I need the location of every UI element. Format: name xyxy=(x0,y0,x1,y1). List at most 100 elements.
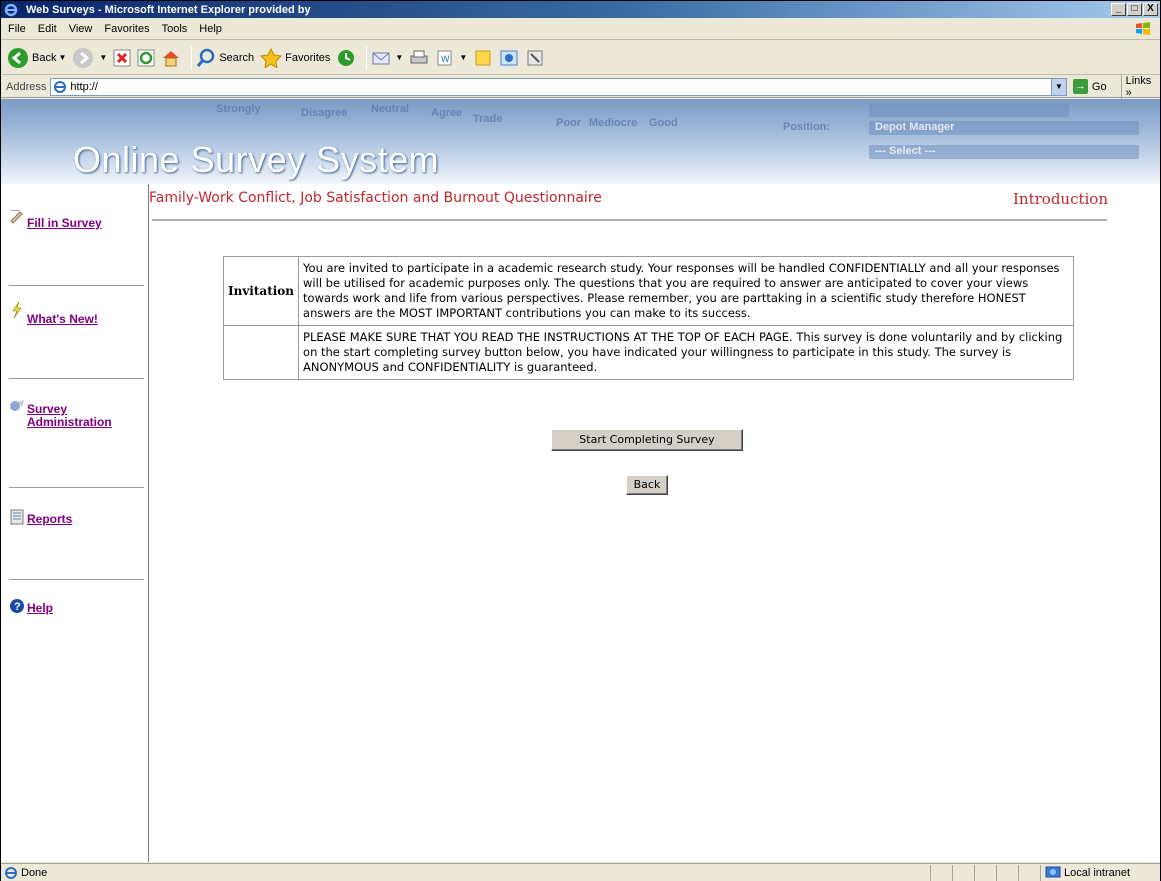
go-label: Go xyxy=(1091,80,1107,93)
address-input[interactable]: http:// xyxy=(50,77,1053,96)
address-label: Address xyxy=(6,80,47,93)
sidebar-link-reports[interactable]: Reports xyxy=(27,513,72,526)
mail-dropdown-icon[interactable]: ▼ xyxy=(395,53,403,62)
sidebar: Fill in Survey What's New! Survey Admini… xyxy=(1,184,149,862)
status-bar: Done Local intranet xyxy=(1,863,1160,881)
banner-ghost-text: Position: xyxy=(783,121,831,133)
favorites-button[interactable]: Favorites xyxy=(260,47,331,68)
svg-text:?: ? xyxy=(14,601,21,613)
sidebar-divider xyxy=(9,579,144,580)
back-arrow-icon xyxy=(8,47,28,68)
sidebar-item-survey-administration[interactable]: Survey Administration xyxy=(9,398,112,429)
invitation-text: You are invited to participate in a acad… xyxy=(298,256,1074,326)
favorites-label: Favorites xyxy=(285,51,331,64)
close-button[interactable]: X xyxy=(1143,3,1158,16)
page-done-icon xyxy=(5,866,17,879)
section-title: Introduction xyxy=(1013,190,1108,208)
banner-ghost-text: Agree xyxy=(431,107,463,119)
research-icon[interactable] xyxy=(525,49,545,67)
intranet-icon xyxy=(1045,866,1061,877)
banner-ghost-text: --- Select --- xyxy=(875,145,936,157)
status-panel xyxy=(974,864,994,881)
sidebar-link-help[interactable]: Help xyxy=(27,602,53,615)
banner-ghost-text: Disagree xyxy=(301,107,348,119)
pencil-icon xyxy=(10,210,23,224)
edit-icon[interactable]: W xyxy=(435,49,455,67)
svg-text:W: W xyxy=(441,54,450,64)
search-label: Search xyxy=(219,51,255,64)
forward-arrow-icon xyxy=(73,47,94,68)
search-icon xyxy=(197,48,215,67)
address-bar: Address http:// ▼ → Go Links » xyxy=(1,74,1160,99)
status-panel xyxy=(930,864,950,881)
banner-ghost-text: Depot Manager xyxy=(875,121,955,133)
history-icon[interactable] xyxy=(336,48,356,68)
stop-icon[interactable] xyxy=(113,49,131,67)
menu-file[interactable]: File xyxy=(8,23,26,35)
sidebar-divider xyxy=(9,378,144,379)
back-nav-button[interactable]: Back ▼ xyxy=(7,47,66,69)
banner-ghost-text: Strongly xyxy=(216,103,261,115)
sidebar-link-whats-new[interactable]: What's New! xyxy=(27,313,98,326)
banner-ghost-field xyxy=(869,103,1069,117)
windows-flag-icon xyxy=(1136,22,1150,35)
sidebar-item-whats-new[interactable]: What's New! xyxy=(9,302,98,326)
status-text: Done xyxy=(21,866,48,879)
menu-edit[interactable]: Edit xyxy=(38,23,57,35)
start-completing-survey-button[interactable]: Start Completing Survey xyxy=(551,429,743,451)
lightning-icon xyxy=(12,302,22,318)
edit-dropdown-icon[interactable]: ▼ xyxy=(459,53,467,62)
toolbar-separator xyxy=(191,45,193,70)
address-url: http:// xyxy=(70,80,98,93)
menu-tools[interactable]: Tools xyxy=(162,23,188,35)
instructions-label xyxy=(222,325,300,380)
sidebar-link-survey-administration[interactable]: Survey Administration xyxy=(9,403,112,429)
status-panel xyxy=(996,864,1016,881)
back-button[interactable]: Back xyxy=(626,475,668,495)
zone-label: Local intranet xyxy=(1064,866,1131,879)
banner-ghost-text: Good xyxy=(649,117,678,129)
search-button[interactable]: Search xyxy=(196,48,254,68)
banner-ghost-text: Neutral xyxy=(371,103,409,115)
sidebar-item-fill-in-survey[interactable]: Fill in Survey xyxy=(9,208,102,230)
sidebar-link-fill-in-survey[interactable]: Fill in Survey xyxy=(27,217,102,230)
sidebar-item-reports[interactable]: Reports xyxy=(9,509,72,526)
favorites-star-icon xyxy=(260,47,283,68)
banner-ghost-text: Mediocre xyxy=(589,117,638,129)
links-button[interactable]: Links » xyxy=(1120,74,1160,99)
menu-view[interactable]: View xyxy=(69,23,93,35)
page-content: Strongly Disagree Neutral Agree Trade Po… xyxy=(1,99,1160,862)
menu-favorites[interactable]: Favorites xyxy=(104,23,149,35)
window-title: Web Surveys - Microsoft Internet Explore… xyxy=(26,3,311,16)
table-row: Invitation You are invited to participat… xyxy=(222,256,1074,326)
report-icon xyxy=(10,509,24,525)
toolbar-separator xyxy=(366,45,368,70)
notes-icon[interactable] xyxy=(473,49,493,67)
minimize-button[interactable]: _ xyxy=(1111,3,1126,16)
menu-bar: File Edit View Favorites Tools Help xyxy=(1,18,1160,40)
instructions-text: PLEASE MAKE SURE THAT YOU READ THE INSTR… xyxy=(298,325,1074,380)
forward-dropdown-icon[interactable]: ▼ xyxy=(99,53,107,62)
banner-ghost-text: Poor xyxy=(556,117,582,129)
address-dropdown-icon[interactable]: ▼ xyxy=(1051,77,1067,96)
invitation-table: Invitation You are invited to participat… xyxy=(222,256,1074,380)
banner-title: Online Survey System xyxy=(73,139,440,180)
menu-help[interactable]: Help xyxy=(199,23,222,35)
go-arrow-icon: → xyxy=(1072,79,1088,94)
go-button[interactable]: → Go xyxy=(1072,79,1107,94)
print-icon[interactable] xyxy=(409,49,429,67)
sidebar-divider xyxy=(9,487,144,488)
banner-ghost-text: Trade xyxy=(473,113,503,125)
title-divider xyxy=(152,219,1107,221)
sidebar-item-help[interactable]: ? Help xyxy=(9,598,53,615)
status-panel xyxy=(952,864,972,881)
survey-title: Family-Work Conflict, Job Satisfaction a… xyxy=(149,190,602,206)
forward-nav-button[interactable]: ▼ xyxy=(72,47,107,69)
mail-icon[interactable] xyxy=(371,49,391,67)
refresh-icon[interactable] xyxy=(137,49,155,67)
maximize-button[interactable]: □ xyxy=(1127,3,1142,16)
main-panel: Family-Work Conflict, Job Satisfaction a… xyxy=(149,184,1160,862)
messenger-icon[interactable] xyxy=(499,49,519,67)
back-dropdown-icon[interactable]: ▼ xyxy=(58,53,66,62)
home-icon[interactable] xyxy=(161,49,181,67)
